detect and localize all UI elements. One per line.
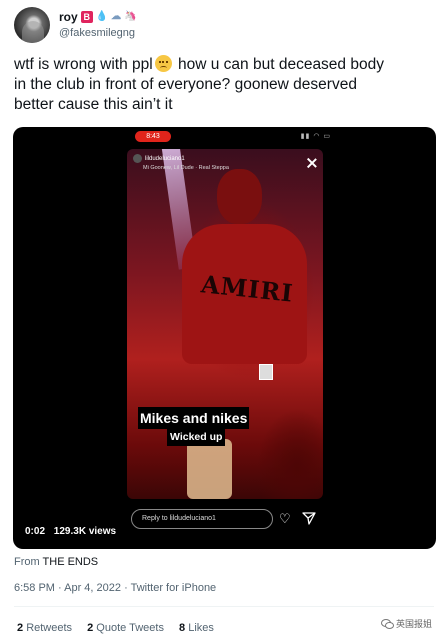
source-link[interactable]: THE ENDS xyxy=(43,556,99,568)
video-player[interactable]: 8:43 ▮▮ ◠ ▭ AMIRI lildudeluciano1 Mi Goo… xyxy=(13,127,436,549)
close-icon xyxy=(306,157,318,169)
display-name[interactable]: roy xyxy=(59,10,78,24)
tweet-text-line-3: better cause this ain’t it xyxy=(14,96,173,113)
watermark: 英国报姐 xyxy=(380,617,432,630)
cloud-snow-icon: ☁ xyxy=(111,11,122,22)
tweet-header: roy B 💧 ☁ 🦄 @fakesmilegng xyxy=(14,7,434,47)
reply-input: Reply to lildudeluciano1 xyxy=(131,509,273,529)
video-views: 129.3K views xyxy=(53,526,117,537)
likes-stat[interactable]: 8 Likes xyxy=(179,622,214,634)
quotes-label: Quote Tweets xyxy=(96,622,164,634)
engagement-stats: 2 Retweets 2 Quote Tweets 8 Likes xyxy=(17,622,226,634)
wechat-icon xyxy=(380,618,394,629)
retweets-count: 2 xyxy=(17,622,24,634)
avatar[interactable] xyxy=(14,7,50,43)
quotes-count: 2 xyxy=(87,622,94,634)
retweets-stat[interactable]: 2 Retweets xyxy=(17,622,72,634)
phone-status-bar: 8:43 ▮▮ ◠ ▭ xyxy=(135,131,331,143)
story-song: Mi Goonew, Lil Dude · Real Steppa xyxy=(143,165,229,171)
likes-label: Likes xyxy=(188,622,214,634)
video-duration: 0:02 xyxy=(25,526,46,537)
drop-icon: 💧 xyxy=(95,11,109,22)
tweet-text-line-2: in the club in front of everyone? goonew… xyxy=(14,76,357,93)
person-leg xyxy=(187,439,232,499)
likes-count: 8 xyxy=(179,622,186,634)
story-frame: AMIRI lildudeluciano1 Mi Goonew, Lil Dud… xyxy=(127,149,323,499)
caption-main: Mikes and nikes xyxy=(138,407,250,429)
divider xyxy=(14,606,434,607)
phone-time: 8:43 xyxy=(135,131,171,142)
video-meta: 0:02 129.3K views xyxy=(25,526,122,537)
watermark-text: 英国报姐 xyxy=(395,619,432,629)
tweet-text-part-b: how u can but deceased body xyxy=(173,56,384,73)
tweet-text: wtf is wrong with ppl how u can but dece… xyxy=(14,55,434,115)
source-label: From xyxy=(14,556,40,568)
story-avatar xyxy=(133,154,142,163)
caption-sub: Wicked up xyxy=(167,429,226,446)
signal-wifi-battery-icon: ▮▮ ◠ ▭ xyxy=(300,133,331,140)
music-sticker-icon xyxy=(259,364,273,380)
media-source: From THE ENDS xyxy=(14,556,98,568)
quote-tweets-stat[interactable]: 2 Quote Tweets xyxy=(87,622,164,634)
send-icon xyxy=(302,512,316,525)
unicorn-icon: 🦄 xyxy=(124,11,137,22)
tweet-text-part-a: wtf is wrong with ppl xyxy=(14,56,153,73)
story-username: lildudeluciano1 xyxy=(145,156,185,163)
tweet-text-line-1: wtf is wrong with ppl how u can but dece… xyxy=(14,55,434,75)
story-user: lildudeluciano1 xyxy=(133,154,185,163)
heart-icon: ♡ xyxy=(279,511,291,526)
author-name-row[interactable]: roy B 💧 ☁ 🦄 xyxy=(59,10,137,24)
person-head xyxy=(217,169,262,224)
tweet-timestamp[interactable]: 6:58 PM · Apr 4, 2022 · Twitter for iPho… xyxy=(14,582,216,594)
woozy-face-icon xyxy=(154,55,172,72)
b-badge-icon: B xyxy=(80,11,93,23)
handle[interactable]: @fakesmilegng xyxy=(59,27,135,39)
retweets-label: Retweets xyxy=(26,622,73,634)
